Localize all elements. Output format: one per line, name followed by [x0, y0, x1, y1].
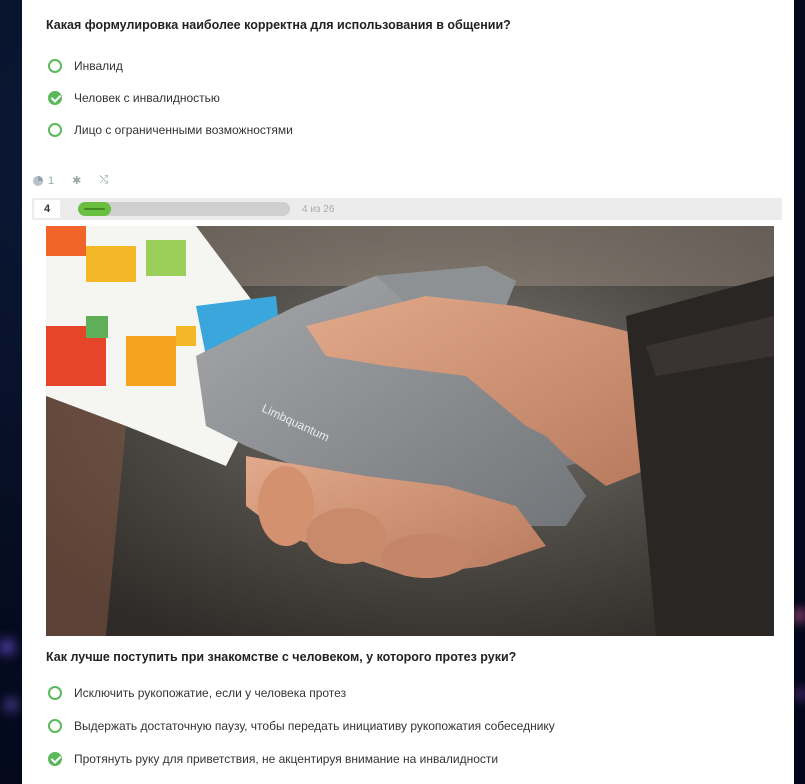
radio-icon[interactable]: [48, 686, 62, 700]
answer-label: Выдержать достаточную паузу, чтобы перед…: [74, 719, 555, 733]
question-number: 4: [34, 200, 60, 218]
answer-label: Исключить рукопожатие, если у человека п…: [74, 686, 347, 700]
radio-icon[interactable]: [48, 123, 62, 137]
stat-count: 1: [32, 175, 54, 187]
progress-bar-fill: [78, 202, 111, 216]
quiz-card: Какая формулировка наиболее корректна дл…: [22, 0, 794, 784]
question-title: Как лучше поступить при знакомстве с чел…: [46, 650, 517, 664]
answer-option[interactable]: Исключить рукопожатие, если у человека п…: [48, 683, 346, 703]
answer-option[interactable]: Инвалид: [48, 56, 123, 76]
answer-label: Инвалид: [74, 59, 123, 73]
shuffle-icon[interactable]: ⤭: [99, 174, 108, 187]
progress-row: 4 4 из 26: [32, 198, 782, 220]
asterisk-icon[interactable]: ✱: [72, 174, 81, 187]
question-image: Limbquantum: [46, 226, 774, 636]
answer-option[interactable]: Протянуть руку для приветствия, не акцен…: [48, 749, 498, 769]
radio-checked-icon[interactable]: [48, 91, 62, 105]
progress-bar: [78, 202, 290, 216]
background-glow: [6, 700, 16, 710]
radio-checked-icon[interactable]: [48, 752, 62, 766]
background-glow: [0, 640, 14, 654]
handshake-photo: Limbquantum: [46, 226, 774, 636]
answer-label: Протянуть руку для приветствия, не акцен…: [74, 752, 499, 766]
answer-label: Лицо с ограниченными возможностями: [74, 123, 293, 137]
radio-icon[interactable]: [48, 59, 62, 73]
stats-bar: 1 ✱ ⤭: [32, 174, 126, 187]
progress-text: 4 из 26: [302, 203, 335, 215]
answer-option[interactable]: Человек с инвалидностью: [48, 88, 220, 108]
stat-count-value: 1: [48, 174, 55, 187]
answer-option[interactable]: Выдержать достаточную паузу, чтобы перед…: [48, 716, 555, 736]
background-glow: [797, 690, 805, 698]
answer-label: Человек с инвалидностью: [74, 91, 220, 105]
answer-option[interactable]: Лицо с ограниченными возможностями: [48, 120, 293, 140]
pie-icon: [33, 175, 43, 186]
background-glow: [794, 610, 805, 621]
radio-icon[interactable]: [48, 719, 62, 733]
question-title: Какая формулировка наиболее корректна дл…: [46, 18, 511, 32]
